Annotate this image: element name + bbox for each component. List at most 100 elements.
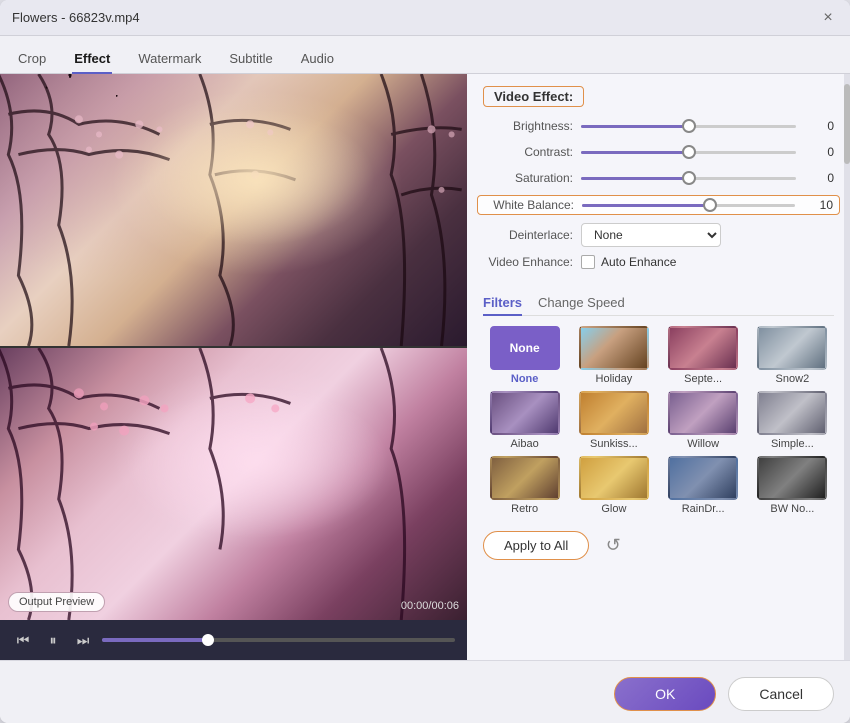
next-button[interactable]: ⏭ xyxy=(72,629,94,651)
filter-willow[interactable]: Willow xyxy=(662,391,745,450)
brightness-label: Brightness: xyxy=(483,119,573,133)
brightness-thumb[interactable] xyxy=(682,119,696,133)
filter-sunkiss[interactable]: Sunkiss... xyxy=(572,391,655,450)
saturation-row: Saturation: 0 xyxy=(483,169,834,187)
filter-thumb-aibao xyxy=(490,391,560,435)
output-preview-label: Output Preview xyxy=(8,592,105,612)
filter-label-glow: Glow xyxy=(601,503,626,515)
close-button[interactable]: × xyxy=(818,8,838,28)
ok-button[interactable]: OK xyxy=(614,677,716,711)
filter-glow[interactable]: Glow xyxy=(572,456,655,515)
filter-thumb-retro xyxy=(490,456,560,500)
tab-watermark[interactable]: Watermark xyxy=(136,45,203,74)
prev-button[interactable]: ⏮ xyxy=(12,629,34,651)
apply-to-all-button[interactable]: Apply to All xyxy=(483,531,589,560)
white-balance-slider[interactable] xyxy=(582,204,795,207)
filter-label-holiday: Holiday xyxy=(596,373,633,385)
filter-thumb-sunkiss xyxy=(579,391,649,435)
contrast-value: 0 xyxy=(804,145,834,159)
app-window: Flowers - 66823v.mp4 × Crop Effect Water… xyxy=(0,0,850,723)
window-title: Flowers - 66823v.mp4 xyxy=(12,10,140,25)
tab-change-speed[interactable]: Change Speed xyxy=(538,291,625,316)
saturation-value: 0 xyxy=(804,171,834,185)
contrast-row: Contrast: 0 xyxy=(483,143,834,161)
filter-septe[interactable]: Septe... xyxy=(662,326,745,385)
filter-thumb-holiday xyxy=(579,326,649,370)
brightness-fill xyxy=(581,125,689,128)
progress-bar[interactable] xyxy=(102,638,455,642)
filter-aibao[interactable]: Aibao xyxy=(483,391,566,450)
cancel-button[interactable]: Cancel xyxy=(728,677,834,711)
white-balance-value: 10 xyxy=(803,198,833,212)
progress-fill xyxy=(102,638,208,642)
scrollbar-track[interactable] xyxy=(844,74,850,660)
filter-thumb-septe xyxy=(668,326,738,370)
left-panel: Output Preview 00:00/00:06 ⏮ ⏸ ⏭ xyxy=(0,74,467,660)
filter-thumb-none: None xyxy=(490,326,560,370)
filter-label-sunkiss: Sunkiss... xyxy=(590,438,638,450)
filter-label-bwno: BW No... xyxy=(770,503,814,515)
tab-audio[interactable]: Audio xyxy=(299,45,336,74)
filter-retro[interactable]: Retro xyxy=(483,456,566,515)
brightness-row: Brightness: 0 xyxy=(483,117,834,135)
filter-thumb-raindr xyxy=(668,456,738,500)
scrollbar-thumb[interactable] xyxy=(844,84,850,164)
bottom-actions: Apply to All ↺ xyxy=(483,531,834,560)
filters-grid: None None Holiday Septe... Snow2 xyxy=(483,326,834,515)
right-panel: Video Effect: Brightness: 0 Contrast: xyxy=(467,74,850,660)
saturation-fill xyxy=(581,177,689,180)
saturation-thumb[interactable] xyxy=(682,171,696,185)
saturation-label: Saturation: xyxy=(483,171,573,185)
brightness-value: 0 xyxy=(804,119,834,133)
filter-label-raindr: RainDr... xyxy=(682,503,725,515)
filter-label-simple: Simple... xyxy=(771,438,814,450)
auto-enhance-checkbox[interactable] xyxy=(581,255,595,269)
progress-thumb[interactable] xyxy=(202,634,214,646)
video-preview-top xyxy=(0,74,467,346)
contrast-slider[interactable] xyxy=(581,151,796,154)
timestamp: 00:00/00:06 xyxy=(401,600,459,612)
filter-thumb-glow xyxy=(579,456,649,500)
filter-thumb-bwno xyxy=(757,456,827,500)
tab-crop[interactable]: Crop xyxy=(16,45,48,74)
tab-subtitle[interactable]: Subtitle xyxy=(227,45,274,74)
video-effect-section: Video Effect: Brightness: 0 Contrast: xyxy=(483,86,834,281)
filter-label-none: None xyxy=(511,373,539,385)
refresh-icon: ↺ xyxy=(606,535,621,556)
contrast-label: Contrast: xyxy=(483,145,573,159)
filter-label-aibao: Aibao xyxy=(511,438,539,450)
filter-bwno[interactable]: BW No... xyxy=(751,456,834,515)
filter-label-retro: Retro xyxy=(511,503,538,515)
playback-bar: ⏮ ⏸ ⏭ xyxy=(0,620,467,660)
filter-raindr[interactable]: RainDr... xyxy=(662,456,745,515)
white-balance-fill xyxy=(582,204,710,207)
saturation-slider[interactable] xyxy=(581,177,796,180)
main-content: Output Preview 00:00/00:06 ⏮ ⏸ ⏭ Video E… xyxy=(0,74,850,660)
white-balance-row: White Balance: 10 xyxy=(477,195,840,215)
preview-top-image xyxy=(0,74,467,346)
video-preview-bottom: Output Preview 00:00/00:06 xyxy=(0,348,467,620)
filter-label-snow2: Snow2 xyxy=(776,373,810,385)
filter-thumb-willow xyxy=(668,391,738,435)
nav-tabs: Crop Effect Watermark Subtitle Audio xyxy=(0,36,850,74)
pause-button[interactable]: ⏸ xyxy=(42,629,64,651)
brightness-slider[interactable] xyxy=(581,125,796,128)
deinterlace-label: Deinterlace: xyxy=(483,228,573,242)
tab-filters[interactable]: Filters xyxy=(483,291,522,316)
refresh-button[interactable]: ↺ xyxy=(599,532,627,560)
filter-snow2[interactable]: Snow2 xyxy=(751,326,834,385)
contrast-thumb[interactable] xyxy=(682,145,696,159)
preview-bottom-image xyxy=(0,348,467,620)
video-effect-header: Video Effect: xyxy=(483,86,584,107)
deinterlace-select[interactable]: None Yadif Yadif2x xyxy=(581,223,721,247)
filter-label-willow: Willow xyxy=(687,438,719,450)
filter-simple[interactable]: Simple... xyxy=(751,391,834,450)
filter-none[interactable]: None None xyxy=(483,326,566,385)
tab-effect[interactable]: Effect xyxy=(72,45,112,74)
enhance-row: Video Enhance: Auto Enhance xyxy=(483,255,834,269)
filter-holiday[interactable]: Holiday xyxy=(572,326,655,385)
enhance-label: Video Enhance: xyxy=(483,255,573,269)
white-balance-thumb[interactable] xyxy=(703,198,717,212)
filter-tabs-bar: Filters Change Speed xyxy=(483,291,834,316)
filter-thumb-simple xyxy=(757,391,827,435)
